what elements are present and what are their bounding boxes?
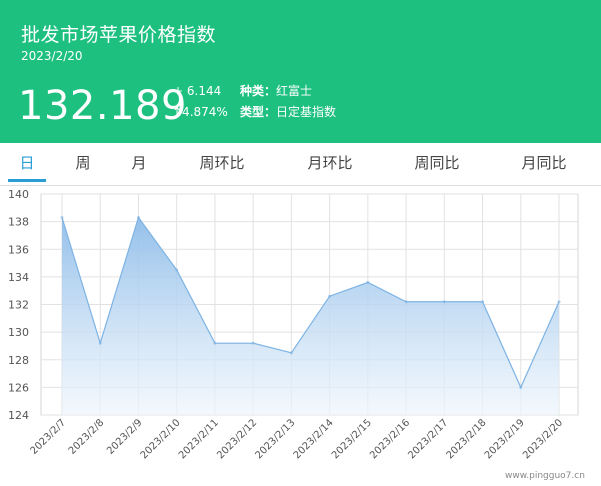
change-value: + 6.144: [173, 84, 222, 98]
x-tick-label: 2023/2/10: [139, 417, 183, 461]
type-row: 类型：日定基指数: [240, 103, 336, 122]
variety-label: 种类：: [240, 84, 277, 98]
x-tick-label: 2023/2/11: [177, 417, 221, 461]
tab-week-over-week[interactable]: 周环比: [190, 143, 254, 184]
x-tick-label: 2023/2/18: [445, 417, 489, 461]
active-tab-indicator: [8, 179, 46, 182]
tab-month-year-over-year[interactable]: 月同比: [512, 143, 576, 184]
y-tick-label: 126: [8, 381, 29, 394]
y-tick-label: 128: [8, 354, 29, 367]
change-percent: ↑4.874%: [172, 105, 228, 119]
tab-month-over-month[interactable]: 月环比: [298, 143, 362, 184]
data-point: [519, 385, 523, 389]
x-tick-label: 2023/2/7: [29, 417, 69, 457]
x-tick-label: 2023/2/19: [483, 417, 527, 461]
y-tick-label: 124: [8, 409, 29, 422]
variety-row: 种类：红富士: [240, 82, 312, 101]
data-point: [557, 300, 561, 304]
type-label: 类型：: [240, 105, 277, 119]
watermark: www.pingguo7.cn: [505, 471, 585, 481]
tab-week[interactable]: 周: [68, 143, 98, 184]
tab-month[interactable]: 月: [124, 143, 154, 184]
data-point: [442, 300, 446, 304]
x-tick-label: 2023/2/15: [330, 417, 374, 461]
page-title: 批发市场苹果价格指数: [21, 24, 217, 46]
y-tick-label: 132: [8, 299, 29, 312]
tab-week-year-over-year[interactable]: 周同比: [405, 143, 469, 184]
data-point: [251, 341, 255, 345]
data-point: [98, 341, 102, 345]
series-area: [62, 217, 559, 415]
data-point: [60, 215, 64, 219]
y-tick-label: 140: [8, 188, 29, 201]
data-point: [481, 300, 485, 304]
header: 批发市场苹果价格指数 2023/2/20 132.189 + 6.144 ↑4.…: [0, 0, 601, 143]
x-tick-label: 2023/2/14: [292, 417, 336, 461]
x-tick-label: 2023/2/8: [67, 417, 107, 457]
x-tick-label: 2023/2/17: [406, 417, 450, 461]
y-tick-label: 136: [8, 243, 29, 256]
price-chart: 1241261281301321341361381402023/2/72023/…: [8, 188, 579, 461]
data-point: [175, 268, 179, 272]
x-tick-label: 2023/2/9: [105, 417, 145, 457]
data-point: [289, 351, 293, 355]
y-tick-label: 130: [8, 326, 29, 339]
tab-day[interactable]: 日: [12, 143, 42, 184]
data-point: [328, 294, 332, 298]
x-tick-label: 2023/2/16: [368, 417, 412, 461]
data-point: [404, 300, 408, 304]
type-value: 日定基指数: [276, 105, 337, 119]
x-tick-label: 2023/2/20: [521, 417, 565, 461]
date-label: 2023/2/20: [21, 49, 83, 63]
variety-value: 红富士: [276, 84, 313, 98]
x-tick-label: 2023/2/13: [253, 417, 297, 461]
x-tick-label: 2023/2/12: [215, 417, 259, 461]
period-tabs: 日 周 月 周环比 月环比 周同比 月同比: [0, 143, 601, 186]
price-value: 132.189: [18, 83, 187, 129]
y-tick-label: 138: [8, 216, 29, 229]
y-tick-label: 134: [8, 271, 29, 284]
data-point: [213, 341, 217, 345]
data-point: [136, 215, 140, 219]
data-point: [366, 280, 370, 284]
